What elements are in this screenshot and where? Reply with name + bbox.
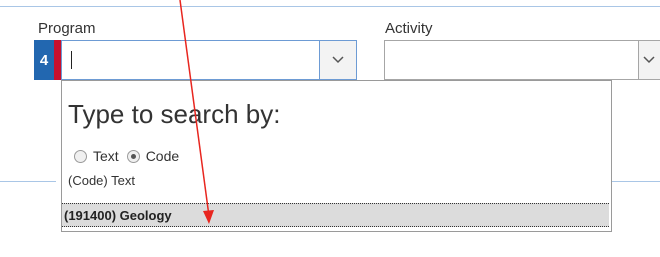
text-caret	[71, 51, 72, 69]
radio-code-label[interactable]: Code	[146, 148, 179, 164]
program-dropdown-panel: Type to search by: Text Code (Code) Text…	[61, 80, 612, 232]
program-label: Program	[38, 20, 96, 37]
format-hint: (Code) Text	[68, 173, 135, 188]
chevron-down-icon	[643, 51, 655, 69]
step-number-badge: 4	[34, 40, 54, 80]
activity-label: Activity	[385, 20, 433, 37]
program-input[interactable]	[61, 40, 320, 80]
radio-code[interactable]	[126, 149, 140, 163]
required-marker	[54, 40, 61, 80]
radio-text[interactable]	[74, 149, 87, 163]
search-title: Type to search by:	[68, 99, 281, 129]
result-item[interactable]: (191400) Geology	[62, 203, 609, 227]
activity-dropdown-toggle[interactable]	[638, 40, 660, 80]
chevron-down-icon	[332, 51, 344, 69]
top-divider	[0, 6, 660, 7]
program-dropdown-toggle[interactable]	[319, 40, 357, 80]
radio-text-label[interactable]: Text	[93, 148, 119, 164]
section-divider	[612, 181, 660, 182]
section-divider	[0, 181, 56, 182]
activity-input[interactable]	[384, 40, 639, 80]
search-mode-group: Text Code	[74, 148, 187, 164]
